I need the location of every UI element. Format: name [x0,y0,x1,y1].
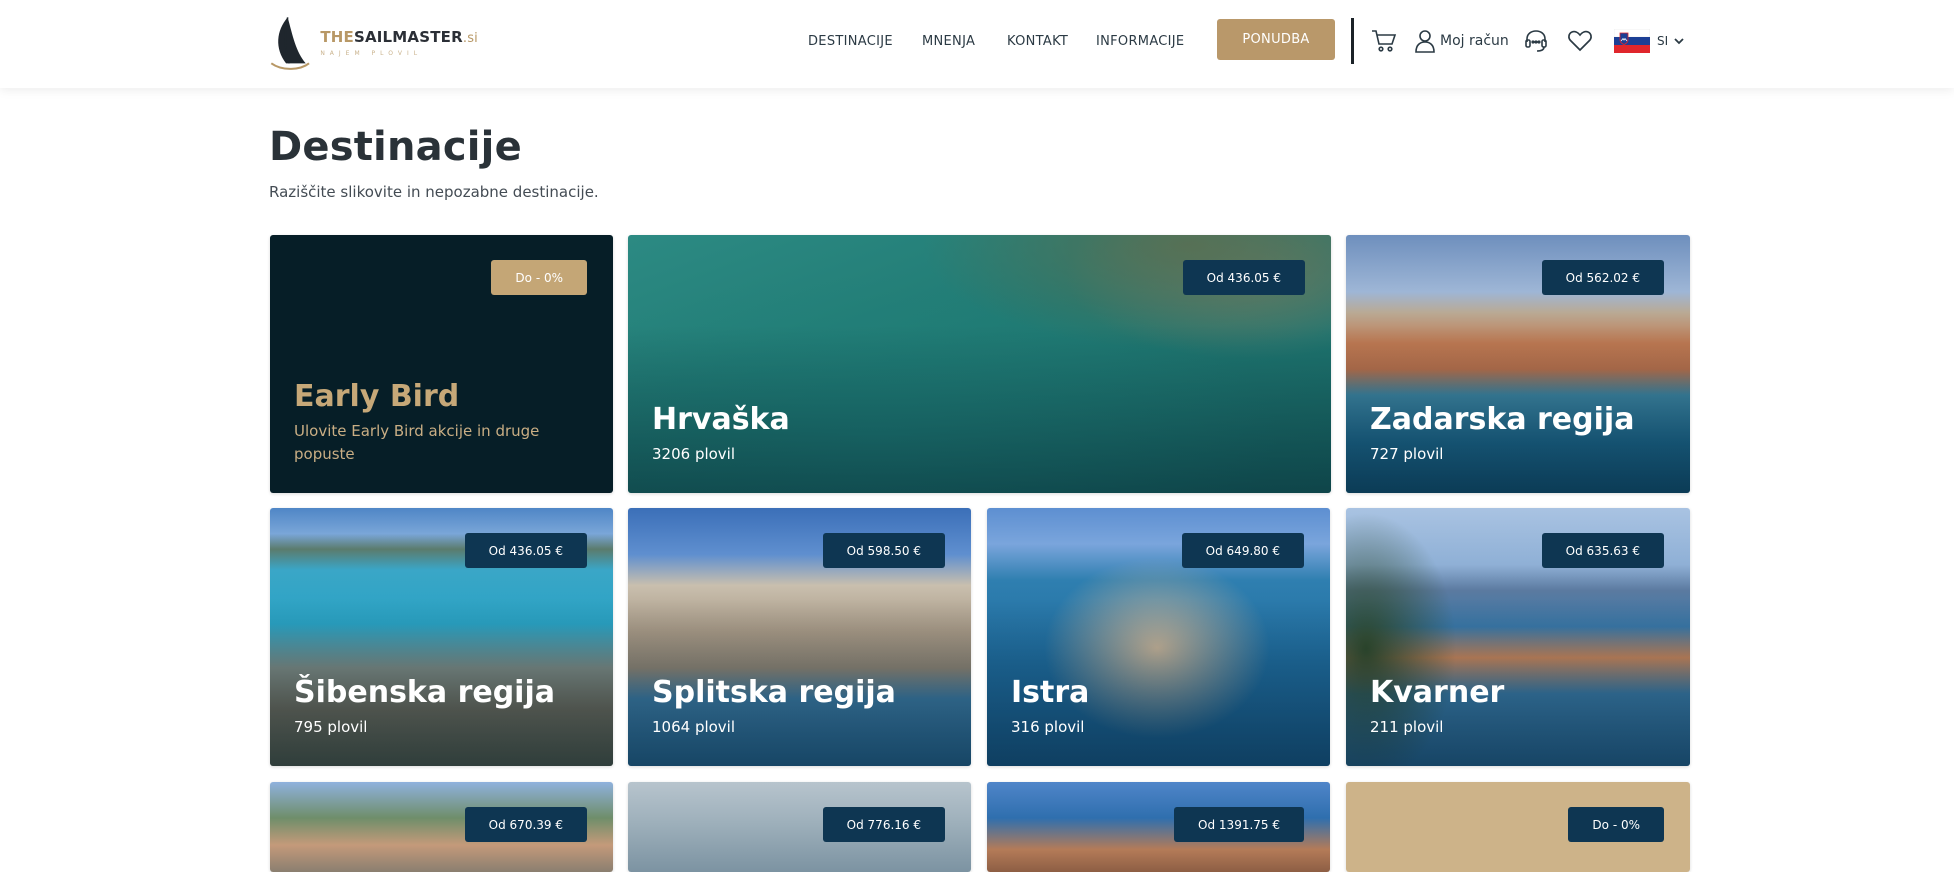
account-button[interactable]: Moj račun [1414,27,1509,55]
card-title: Hrvaška [652,402,790,437]
card-title: Zadarska regija [1370,402,1635,437]
price-badge: Od 1391.75 € [1174,807,1304,842]
price-badge: Od 776.16 € [822,807,945,842]
nav-informacije[interactable]: INFORMACIJE [1096,34,1184,49]
card-destination[interactable]: Od 776.16 € [628,782,971,872]
logo-wordmark: THESAILMASTER.si [320,27,478,46]
card-destination[interactable]: Od 1391.75 € [987,782,1330,872]
card-splitska-regija[interactable]: Od 598.50 € Splitska regija 1064 plovil [628,508,971,766]
card-title: Šibenska regija [294,675,555,710]
site-header: THESAILMASTER.si NAJEM PLOVIL DESTINACIJ… [0,0,1954,88]
header-divider [1351,18,1354,64]
support-icon [1525,30,1547,52]
card-istra[interactable]: Od 649.80 € Istra 316 plovil [987,508,1330,766]
card-subtitle: 727 plovil [1370,445,1444,463]
nav-destinacije[interactable]: DESTINACIJE [808,34,893,49]
price-badge: Od 649.80 € [1181,533,1304,568]
language-code: SI [1657,34,1669,48]
nav-kontakt[interactable]: KONTAKT [1007,34,1068,49]
ponudba-button[interactable]: PONUDBA [1217,19,1335,60]
card-subtitle: Ulovite Early Bird akcije in druge popus… [294,422,540,463]
card-sibenska-regija[interactable]: Od 436.05 € Šibenska regija 795 plovil [270,508,613,766]
slovenia-flag-icon [1614,29,1650,53]
discount-badge: Do - 0% [1568,807,1664,842]
nav-mnenja[interactable]: MNENJA [922,34,975,49]
card-early-bird[interactable]: Do - 0% Early Bird Ulovite Early Bird ak… [270,235,613,493]
card-subtitle: 1064 plovil [652,718,736,736]
language-selector[interactable]: SI [1614,27,1686,55]
price-badge: Od 436.05 € [464,533,587,568]
card-subtitle: 316 plovil [1011,718,1085,736]
cart-icon [1372,30,1397,52]
card-discount[interactable]: Do - 0% [1346,782,1690,872]
card-subtitle: 3206 plovil [652,445,736,463]
user-icon [1415,30,1435,53]
page-subtitle: Raziščite slikovite in nepozabne destina… [269,183,599,201]
cart-button[interactable] [1371,27,1397,55]
price-badge: Od 436.05 € [1182,260,1305,295]
account-label: Moj račun [1440,33,1509,49]
card-destination[interactable]: Od 670.39 € [270,782,613,872]
card-kvarner[interactable]: Od 635.63 € Kvarner 211 plovil [1346,508,1690,766]
page-title: Destinacije [269,124,522,170]
card-title: Kvarner [1370,675,1505,710]
logo-tagline: NAJEM PLOVIL [320,49,423,57]
card-title: Early Bird [294,379,460,414]
card-zadarska-regija[interactable]: Od 562.02 € Zadarska regija 727 plovil [1346,235,1690,493]
support-button[interactable] [1523,27,1549,55]
card-hrvaska[interactable]: Od 436.05 € Hrvaška 3206 plovil [628,235,1331,493]
price-badge: Od 562.02 € [1541,260,1664,295]
heart-icon [1568,30,1592,52]
site-logo[interactable]: THESAILMASTER.si NAJEM PLOVIL [268,10,478,74]
card-subtitle: 795 plovil [294,718,368,736]
price-badge: Od 598.50 € [822,533,945,568]
sailboat-logo-icon [270,17,310,70]
chevron-down-icon [1674,38,1684,45]
price-badge: Od 635.63 € [1541,533,1664,568]
card-title: Splitska regija [652,675,896,710]
wishlist-button[interactable] [1567,27,1593,55]
card-title: Istra [1011,675,1090,710]
price-badge: Od 670.39 € [464,807,587,842]
discount-badge: Do - 0% [491,260,587,295]
card-subtitle: 211 plovil [1370,718,1444,736]
